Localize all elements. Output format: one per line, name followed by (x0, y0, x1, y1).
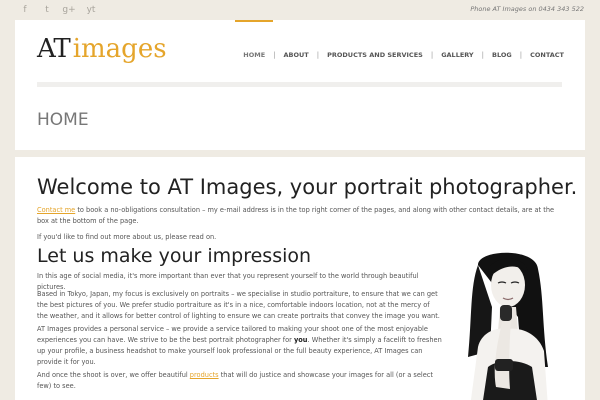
nav-products-and-services[interactable]: PRODUCTS AND SERVICES (319, 20, 431, 80)
impression-heading: Let us make your impression (37, 245, 312, 267)
main-nav: HOME | ABOUT | PRODUCTS AND SERVICES | G… (235, 20, 572, 60)
products-text-a: And once the shoot is over, we offer bea… (37, 371, 190, 379)
google-plus-icon[interactable]: g+ (62, 3, 76, 17)
header-divider (37, 82, 562, 87)
nav-contact[interactable]: CONTACT (522, 20, 572, 80)
paragraph-personal-service: AT Images provides a personal service – … (37, 324, 442, 368)
nav-about[interactable]: ABOUT (276, 20, 317, 80)
intro-text: to book a no-obligations consultation – … (37, 206, 555, 225)
portrait-photo (468, 252, 548, 400)
products-link[interactable]: products (190, 371, 219, 379)
welcome-heading: Welcome to AT Images, your portrait phot… (37, 175, 578, 199)
facebook-icon[interactable]: f (18, 3, 32, 17)
paragraph-products: And once the shoot is over, we offer bea… (37, 370, 442, 392)
paragraph-studio: Based in Tokyo, Japan, my focus is exclu… (37, 290, 440, 320)
logo-at: AT (37, 34, 71, 64)
top-bar: f t g+ yt Phone AT Images on 0434 343 52… (0, 0, 600, 20)
site-header: AT images HOME | ABOUT | PRODUCTS AND SER… (15, 20, 585, 150)
nav-gallery[interactable]: GALLERY (433, 20, 481, 80)
site-logo[interactable]: AT images (37, 34, 167, 70)
phone-number: Phone AT Images on 0434 343 522 (470, 5, 584, 13)
service-text-you: you (293, 336, 308, 344)
nav-home[interactable]: HOME (235, 20, 274, 80)
intro-paragraph: Contact me to book a no-obligations cons… (37, 205, 567, 227)
main-content: Welcome to AT Images, your portrait phot… (15, 157, 585, 400)
logo-images: images (72, 34, 167, 64)
twitter-icon[interactable]: t (40, 3, 54, 17)
social-links: f t g+ yt (18, 3, 98, 17)
nav-blog[interactable]: BLOG (484, 20, 520, 80)
about-line: If you'd like to find out more about us,… (37, 233, 217, 241)
page-title: HOME (37, 110, 89, 130)
youtube-icon[interactable]: yt (84, 3, 98, 17)
contact-me-link[interactable]: Contact me (37, 206, 75, 214)
